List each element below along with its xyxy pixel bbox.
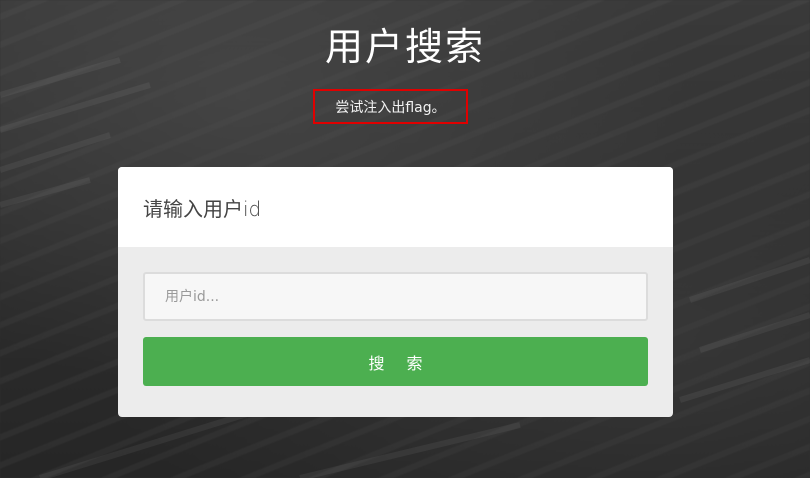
search-button[interactable]: 搜索 [143,337,648,386]
panel-body: 搜索 [118,247,673,386]
search-panel: 请输入用户id 搜索 [118,167,673,417]
panel-heading-text: 请输入用户id [143,196,262,221]
hint-text: 尝试注入出flag。 [335,99,446,116]
user-id-input[interactable] [143,272,648,321]
panel-heading: 请输入用户id [118,167,673,247]
page-title: 用户搜索 [324,25,485,69]
hint-box: 尝试注入出flag。 [313,89,468,124]
